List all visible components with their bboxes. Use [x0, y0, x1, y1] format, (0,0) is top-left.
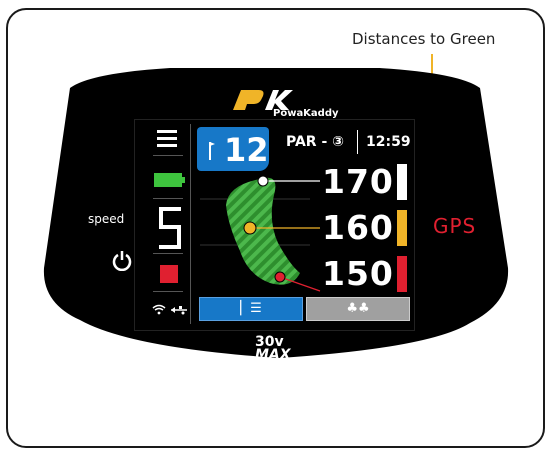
distance-back: 170 — [322, 162, 394, 201]
model-logo: 30v MAX — [255, 335, 291, 363]
tab-hole-info[interactable]: ▏☰ — [199, 297, 303, 321]
distance-middle: 160 — [322, 208, 394, 247]
back-bar — [397, 164, 407, 200]
clock-time: 12:59 — [366, 134, 411, 150]
divider — [153, 198, 183, 199]
speed-label: speed — [88, 212, 125, 226]
distance-front: 150 — [322, 254, 394, 293]
header-divider — [357, 130, 358, 154]
divider — [153, 155, 183, 156]
front-bar — [397, 256, 407, 292]
middle-bar — [397, 210, 407, 246]
hole-number: 12 — [224, 131, 269, 169]
callout-label: Distances to Green — [352, 30, 496, 48]
speed-digit[interactable] — [155, 205, 185, 251]
par-text: PAR - ③ — [286, 134, 345, 150]
stop-icon[interactable] — [158, 263, 180, 285]
divider — [153, 253, 183, 254]
wifi-usb-icon — [152, 304, 187, 315]
divider — [153, 291, 183, 292]
power-icon[interactable] — [111, 249, 133, 271]
gps-label: GPS — [433, 214, 477, 238]
logo-subtext: PowaKaddy — [273, 108, 339, 119]
menu-icon[interactable] — [155, 128, 179, 148]
screen-divider — [190, 124, 191, 324]
battery-icon — [154, 173, 185, 187]
flag-icon — [209, 142, 215, 160]
tab-green-view[interactable]: ♣♣ — [306, 297, 410, 321]
model-line2: MAX — [255, 347, 291, 363]
